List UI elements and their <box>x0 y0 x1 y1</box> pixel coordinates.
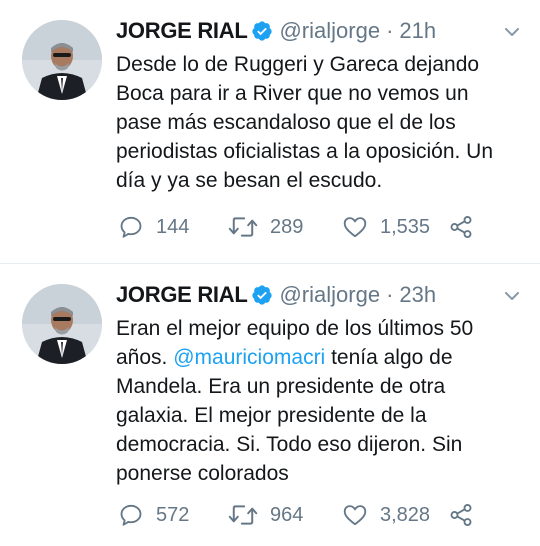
reply-icon <box>120 216 142 238</box>
like-button[interactable]: 3,828 <box>342 502 430 528</box>
chevron-down-icon[interactable] <box>502 22 522 42</box>
tweet-text-part: Desde lo de Ruggeri y Gareca dejando Boc… <box>116 53 494 192</box>
share-icon <box>450 216 472 238</box>
verified-badge-icon <box>251 284 273 306</box>
heart-icon <box>343 505 367 526</box>
separator-dot: · <box>386 18 394 43</box>
tweet[interactable]: JORGE RIAL @rialjorge · 21h Desde lo de … <box>0 0 540 264</box>
author-handle[interactable]: @rialjorge <box>279 282 380 308</box>
share-button[interactable] <box>448 502 486 528</box>
retweet-icon <box>228 217 258 237</box>
tweet-text: Eran el mejor equipo de los últimos 50 a… <box>116 314 516 488</box>
tweet-text: Desde lo de Ruggeri y Gareca dejando Boc… <box>116 50 516 195</box>
tweet-header: JORGE RIAL @rialjorge · 23h <box>116 278 524 312</box>
mention-link[interactable]: @mauriciomacri <box>173 346 325 369</box>
tweet-actions: 144 289 1,535 <box>118 214 518 240</box>
author-handle[interactable]: @rialjorge <box>279 18 380 44</box>
retweet-count: 964 <box>270 503 304 526</box>
retweet-icon <box>228 505 258 525</box>
avatar[interactable] <box>22 284 102 364</box>
retweet-button[interactable]: 289 <box>228 214 310 240</box>
author-name[interactable]: JORGE RIAL <box>116 282 248 308</box>
avatar[interactable] <box>22 20 102 100</box>
share-icon <box>450 504 472 526</box>
timestamp[interactable]: 21h <box>399 18 436 44</box>
separator-dot: · <box>386 282 394 307</box>
chevron-down-icon[interactable] <box>502 286 522 306</box>
tweet-actions: 572 964 3,828 <box>118 502 518 528</box>
reply-button[interactable]: 572 <box>118 502 196 528</box>
reply-icon <box>120 504 142 526</box>
author-name[interactable]: JORGE RIAL <box>116 18 248 44</box>
reply-count: 572 <box>156 503 190 526</box>
tweet[interactable]: JORGE RIAL @rialjorge · 23h Eran el mejo… <box>0 264 540 545</box>
timestamp[interactable]: 23h <box>399 282 436 308</box>
heart-icon <box>343 217 367 238</box>
verified-badge-icon <box>251 20 273 42</box>
retweet-count: 289 <box>270 215 304 238</box>
tweet-header: JORGE RIAL @rialjorge · 21h <box>116 14 524 48</box>
like-button[interactable]: 1,535 <box>342 214 430 240</box>
like-count: 3,828 <box>380 503 431 526</box>
like-count: 1,535 <box>380 215 431 238</box>
reply-count: 144 <box>156 215 190 238</box>
reply-button[interactable]: 144 <box>118 214 196 240</box>
retweet-button[interactable]: 964 <box>228 502 310 528</box>
share-button[interactable] <box>448 214 486 240</box>
